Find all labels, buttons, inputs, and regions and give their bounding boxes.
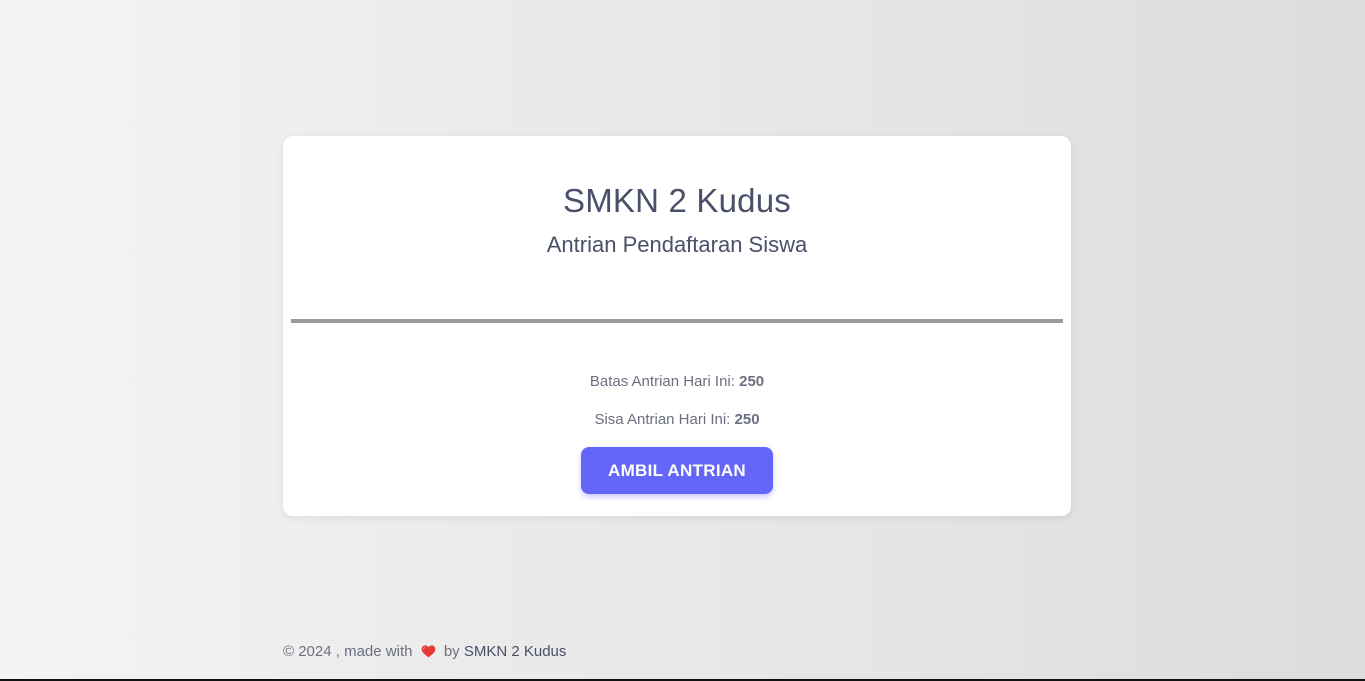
footer-by: by bbox=[443, 643, 460, 660]
divider bbox=[291, 319, 1063, 323]
footer-copyright: © 2024 , made with bbox=[283, 643, 413, 660]
footer: © 2024 , made with by SMKN 2 Kudus bbox=[283, 643, 566, 662]
queue-remaining-label: Sisa Antrian Hari Ini: bbox=[594, 411, 735, 428]
heart-icon bbox=[421, 644, 436, 662]
footer-brand-link[interactable]: SMKN 2 Kudus bbox=[464, 643, 567, 660]
queue-card: SMKN 2 Kudus Antrian Pendaftaran Siswa B… bbox=[283, 136, 1071, 516]
take-queue-button[interactable]: AMBIL ANTRIAN bbox=[581, 447, 773, 494]
queue-limit-label: Batas Antrian Hari Ini: bbox=[589, 373, 740, 390]
page-subtitle: Antrian Pendaftaran Siswa bbox=[546, 232, 808, 257]
queue-remaining-value: 250 bbox=[734, 411, 760, 428]
queue-limit-info: Batas Antrian Hari Ini: 250 bbox=[283, 373, 1071, 390]
page-title: SMKN 2 Kudus bbox=[562, 182, 791, 219]
queue-remaining-info: Sisa Antrian Hari Ini: 250 bbox=[283, 411, 1071, 428]
queue-limit-value: 250 bbox=[739, 373, 765, 390]
